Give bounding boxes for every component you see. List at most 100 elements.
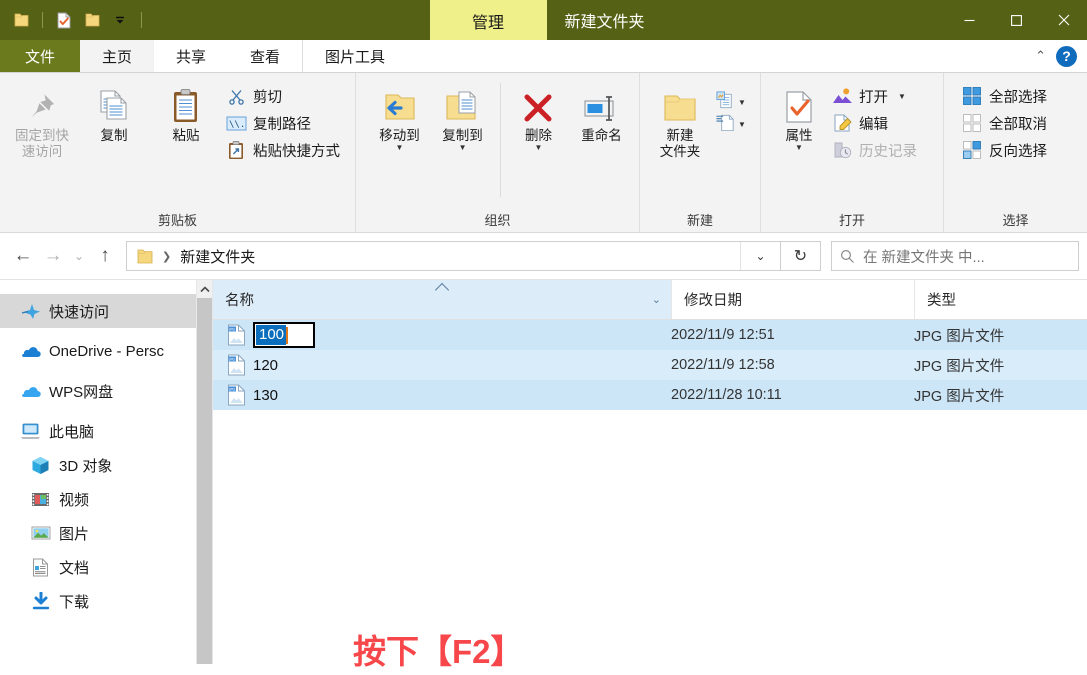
svg-text:JPG: JPG — [228, 328, 235, 332]
open-group-body: 属性 ▼ 打开 ▼ 编辑 — [761, 73, 943, 207]
qat-separator-2 — [141, 12, 142, 28]
select-all-button[interactable]: 全部选择 — [958, 83, 1053, 109]
edit-button[interactable]: 编辑 — [828, 110, 923, 136]
close-button[interactable] — [1040, 0, 1087, 40]
cut-button[interactable]: 剪切 — [222, 83, 346, 109]
pin-to-quick-access-button[interactable]: 固定到快速访问 — [6, 79, 78, 160]
nav-pane-scrollbar[interactable] — [196, 280, 212, 664]
help-icon[interactable]: ? — [1056, 46, 1077, 67]
open-caret-icon[interactable]: ▼ — [898, 94, 906, 100]
cut-label: 剪切 — [253, 86, 282, 107]
invert-selection-button[interactable]: 反向选择 — [958, 137, 1053, 163]
sidebar-item-3d-objects[interactable]: 3D 对象 — [0, 448, 196, 482]
copy-path-button[interactable]: \\... 复制路径 — [222, 110, 346, 136]
wps-cloud-icon — [20, 381, 41, 402]
paste-button[interactable]: 粘贴 — [150, 79, 222, 144]
sidebar-item-onedrive[interactable]: OneDrive - Persc — [0, 334, 196, 368]
back-button[interactable]: ← — [8, 241, 38, 271]
cell-name[interactable]: JPG 130 — [213, 384, 671, 406]
table-row[interactable]: JPG 120 2022/11/9 12:58 JPG 图片文件 — [213, 350, 1087, 380]
history-icon — [831, 139, 853, 161]
scroll-up-button[interactable] — [197, 280, 212, 298]
column-header-type[interactable]: 类型 — [914, 280, 1087, 319]
open-button[interactable]: 打开 ▼ — [828, 83, 923, 109]
column-header-name[interactable]: 名称 ⌄ — [213, 280, 671, 319]
sidebar-item-videos[interactable]: 视频 — [0, 482, 196, 516]
breadcrumb-current-folder[interactable]: 新建文件夹 — [176, 246, 259, 267]
scrollbar-thumb[interactable] — [197, 298, 212, 664]
collapse-ribbon-icon[interactable]: ⌃ — [1035, 48, 1046, 64]
tab-share[interactable]: 共享 — [154, 40, 228, 72]
titlebar-spacer — [146, 0, 430, 40]
tab-view[interactable]: 查看 — [228, 40, 302, 72]
history-button[interactable]: 历史记录 — [828, 137, 923, 163]
organize-group-label: 组织 — [356, 207, 639, 232]
sidebar-item-this-pc[interactable]: 此电脑 — [0, 414, 196, 448]
new-item-caret-icon[interactable]: ▼ — [738, 100, 746, 106]
tab-bar-right: ⌃ ? — [1035, 40, 1087, 72]
edit-label: 编辑 — [859, 113, 888, 134]
refresh-button[interactable]: ↻ — [781, 241, 821, 271]
recent-locations-button[interactable]: ⌄ — [68, 241, 90, 271]
copy-path-label: 复制路径 — [253, 113, 311, 134]
forward-button[interactable]: → — [38, 241, 68, 271]
rename-icon — [581, 85, 621, 125]
column-name-chevron-icon[interactable]: ⌄ — [652, 293, 671, 306]
copy-to-caret-icon[interactable]: ▼ — [459, 145, 467, 151]
properties-doc-check-icon[interactable] — [53, 9, 75, 31]
search-input[interactable]: 在 新建文件夹 中... — [831, 241, 1079, 271]
file-list-empty-area[interactable]: 按下【F2】 直接进入名称编辑框 — [213, 410, 1087, 664]
tab-home[interactable]: 主页 — [80, 40, 154, 72]
column-header-date[interactable]: 修改日期 — [671, 280, 914, 319]
cell-name[interactable]: JPG 120 — [213, 354, 671, 376]
new-folder-qat-icon[interactable] — [81, 9, 103, 31]
sidebar-item-documents[interactable]: 文档 — [0, 550, 196, 584]
open-small-buttons: 打开 ▼ 编辑 历史记录 — [828, 79, 923, 163]
easy-access-caret-icon[interactable]: ▼ — [738, 122, 746, 128]
maximize-button[interactable] — [993, 0, 1040, 40]
table-row[interactable]: JPG 100 2022/11/9 12:51 JPG 图片文件 — [213, 320, 1087, 350]
breadcrumb-separator-icon[interactable]: ❯ — [157, 250, 176, 263]
copy-to-button[interactable]: 复制到 ▼ — [431, 79, 494, 151]
tab-file[interactable]: 文件 — [0, 40, 80, 72]
move-to-button[interactable]: 移动到 ▼ — [368, 79, 431, 151]
minimize-button[interactable] — [946, 0, 993, 40]
sidebar-item-wps-cloud[interactable]: WPS网盘 — [0, 374, 196, 408]
rename-edit-box[interactable]: 100 — [253, 322, 315, 348]
file-explorer-window: 管理 新建文件夹 文件 主页 共享 查看 图片工具 ⌃ ? — [0, 0, 1087, 675]
tab-picture-tools[interactable]: 图片工具 — [302, 40, 407, 72]
ribbon-group-new: 新建文件夹 ▼ ▼ 新建 — [639, 73, 760, 232]
address-dropdown-icon[interactable]: ⌄ — [740, 242, 780, 270]
select-none-label: 全部取消 — [989, 113, 1047, 134]
qat-dropdown-icon[interactable] — [109, 9, 131, 31]
properties-button[interactable]: 属性 ▼ — [770, 79, 828, 151]
sidebar-label-wps-cloud: WPS网盘 — [49, 381, 113, 402]
cell-type: JPG 图片文件 — [914, 325, 1087, 346]
delete-button[interactable]: 删除 ▼ — [507, 79, 570, 151]
jpg-file-icon: JPG — [227, 354, 246, 376]
up-button[interactable]: ↑ — [90, 241, 120, 271]
move-to-icon — [380, 85, 420, 125]
main-area: 快速访问 OneDrive - Persc WPS网盘 — [0, 279, 1087, 664]
properties-qat-icon[interactable] — [10, 9, 32, 31]
organize-separator — [500, 83, 501, 197]
rename-button[interactable]: 重命名 — [570, 79, 633, 144]
paste-shortcut-button[interactable]: 粘贴快捷方式 — [222, 137, 346, 163]
select-all-icon — [961, 85, 983, 107]
contextual-tab-manage[interactable]: 管理 — [430, 0, 547, 40]
open-photos-icon — [831, 85, 853, 107]
sidebar-item-downloads[interactable]: 下载 — [0, 584, 196, 618]
sidebar-item-pictures[interactable]: 图片 — [0, 516, 196, 550]
breadcrumb-root-icon[interactable] — [133, 248, 157, 265]
address-input[interactable]: ❯ 新建文件夹 ⌄ — [126, 241, 781, 271]
copy-button[interactable]: 复制 — [78, 79, 150, 144]
new-folder-button[interactable]: 新建文件夹 — [648, 79, 712, 160]
sidebar-item-quick-access[interactable]: 快速访问 — [0, 294, 196, 328]
search-icon — [840, 249, 855, 264]
move-to-caret-icon[interactable]: ▼ — [396, 145, 404, 151]
table-row[interactable]: JPG 130 2022/11/28 10:11 JPG 图片文件 — [213, 380, 1087, 410]
delete-caret-icon[interactable]: ▼ — [534, 145, 542, 151]
cell-name[interactable]: JPG 100 — [213, 322, 671, 348]
select-none-button[interactable]: 全部取消 — [958, 110, 1053, 136]
properties-caret-icon[interactable]: ▼ — [795, 145, 803, 151]
